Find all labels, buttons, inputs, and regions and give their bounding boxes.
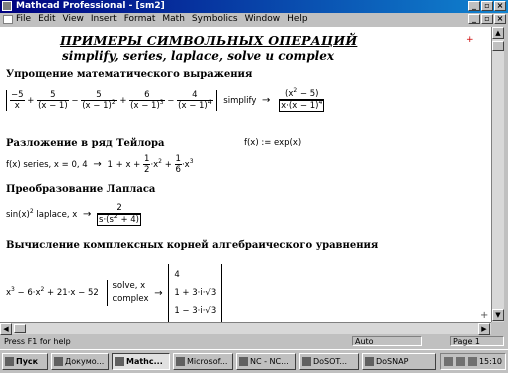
- root-2: 1 + 3·i·√3: [174, 288, 217, 298]
- doc-restore-button[interactable]: ▫: [481, 14, 493, 24]
- simplify-result: (x2 − 5) x·(x − 1)4: [279, 87, 325, 112]
- scroll-up-arrow-icon[interactable]: ▲: [492, 27, 504, 39]
- series-keyword: series, x = 0, 4: [23, 159, 88, 170]
- taylor-definition[interactable]: f(x) := exp(x): [244, 138, 301, 148]
- menu-symbolics[interactable]: Symbolics: [192, 14, 238, 24]
- window-title: Mathcad Professional - [sm2]: [16, 1, 165, 11]
- menu-bar: File Edit View Insert Format Math Symbol…: [0, 13, 508, 26]
- red-cross-marker-icon: +: [466, 35, 474, 45]
- root-1: 4: [174, 270, 180, 280]
- menu-view[interactable]: View: [63, 14, 84, 24]
- worksheet[interactable]: ПРИМЕРЫ СИМВОЛЬНЫХ ОПЕРАЦИЙ simplify, se…: [0, 27, 491, 322]
- tray-app-icon[interactable]: [468, 357, 477, 366]
- complex-keyword: complex: [112, 294, 149, 304]
- arrow-icon: →: [262, 95, 271, 106]
- menu-help[interactable]: Help: [287, 14, 308, 24]
- dos-icon: [365, 357, 374, 366]
- laplace-region[interactable]: sin(x)2 laplace, x → 2 s·(s2 + 4): [6, 203, 141, 226]
- menu-math[interactable]: Math: [162, 14, 185, 24]
- keyboard-layout-icon[interactable]: [444, 357, 453, 366]
- menu-window[interactable]: Window: [245, 14, 281, 24]
- scroll-right-arrow-icon[interactable]: ▶: [478, 323, 490, 335]
- solve-keywords: solve, x complex: [107, 280, 149, 306]
- dos-icon: [302, 357, 311, 366]
- simplify-region[interactable]: −5 x + 5 (x − 1) − 5 (x − 1)2 + 6 (x − 1)3 −…: [6, 88, 327, 113]
- menu-file[interactable]: File: [16, 14, 31, 24]
- microsoft-icon: [176, 357, 185, 366]
- scroll-left-arrow-icon[interactable]: ◀: [0, 323, 12, 335]
- taskbar-item-documents[interactable]: Докумо...: [51, 353, 109, 370]
- maximize-button[interactable]: ▫: [481, 1, 493, 11]
- document-icon[interactable]: [3, 15, 13, 24]
- status-page-number: Page 1: [450, 336, 504, 346]
- page-subtitle: simplify, series, laplace, solve и compl…: [62, 49, 334, 63]
- polynomial-expression: x3 − 6·x2 + 21·x − 52: [6, 286, 99, 298]
- minimize-button[interactable]: _: [468, 1, 480, 11]
- arrow-icon: →: [154, 287, 163, 299]
- simplify-expression: −5 x + 5 (x − 1) − 5 (x − 1)2 + 6 (x − 1)3 −…: [6, 90, 217, 111]
- taskbar-item-microsoft[interactable]: Microsof...: [173, 353, 233, 370]
- solve-keyword: solve, x: [112, 281, 146, 291]
- title-bar: Mathcad Professional - [sm2] _ ▫ ×: [0, 0, 508, 13]
- section-taylor-heading: Разложение в ряд Тейлора: [6, 138, 165, 149]
- doc-minimize-button[interactable]: _: [468, 14, 480, 24]
- taskbar-item-nc[interactable]: NC - NC...: [236, 353, 296, 370]
- horizontal-scrollbar[interactable]: ◀ ▶: [0, 322, 491, 335]
- arrow-icon: →: [82, 209, 92, 220]
- doc-close-button[interactable]: ×: [494, 14, 506, 24]
- laplace-keyword: laplace, x: [36, 209, 78, 220]
- series-region[interactable]: f(x) series, x = 0, 4 → 1 + x + 1 2 ·x2 + …: [6, 154, 194, 175]
- root-3: 1 − 3·i·√3: [174, 306, 217, 316]
- menu-edit[interactable]: Edit: [38, 14, 55, 24]
- windows-logo-icon: [5, 357, 14, 366]
- taskbar-item-mathcad[interactable]: Mathc...: [112, 353, 170, 370]
- crosshair-cursor-icon: +: [480, 310, 489, 321]
- scroll-thumb[interactable]: [492, 41, 504, 51]
- mathcad-app-icon[interactable]: [2, 1, 12, 11]
- menu-insert[interactable]: Insert: [91, 14, 117, 24]
- menu-format[interactable]: Format: [124, 14, 156, 24]
- horizontal-scroll-thumb[interactable]: [14, 324, 26, 333]
- vertical-scrollbar[interactable]: ▲ ▼: [491, 27, 504, 322]
- close-button[interactable]: ×: [494, 1, 506, 11]
- status-auto-mode: Auto: [352, 336, 422, 346]
- scroll-down-arrow-icon[interactable]: ▼: [492, 309, 504, 321]
- start-button[interactable]: Пуск: [2, 353, 48, 370]
- taskbar-item-dosot[interactable]: DoSOT...: [299, 353, 359, 370]
- section-laplace-heading: Преобразование Лапласа: [6, 184, 156, 195]
- system-tray: 15:10: [440, 353, 506, 370]
- status-bar: Press F1 for help Auto Page 1: [0, 335, 508, 348]
- simplify-keyword: simplify: [223, 95, 257, 106]
- clock: 15:10: [478, 357, 502, 366]
- solve-region[interactable]: x3 − 6·x2 + 21·x − 52 solve, x complex →…: [6, 264, 223, 322]
- mathcad-icon: [115, 357, 124, 366]
- taskbar: Пуск Докумо... Mathc... Microsof... NC -…: [0, 349, 508, 373]
- page-title: ПРИМЕРЫ СИМВОЛЬНЫХ ОПЕРАЦИЙ: [60, 33, 358, 48]
- speaker-icon[interactable]: [456, 357, 465, 366]
- series-result: 1 + x + 1 2 ·x2 + 1 6 ·x3: [107, 154, 194, 175]
- arrow-icon: →: [93, 159, 102, 170]
- word-doc-icon: [54, 357, 63, 366]
- laplace-result: 2 s·(s2 + 4): [97, 203, 141, 226]
- taskbar-item-dosnap[interactable]: DoSNAP: [362, 353, 436, 370]
- section-simplify-heading: Упрощение математического выражения: [6, 69, 253, 80]
- roots-matrix: 4 1 + 3·i·√3 1 − 3·i·√3: [168, 264, 223, 322]
- status-help-text: Press F1 for help: [4, 337, 71, 346]
- section-complex-roots-heading: Вычисление комплексных корней алгебраиче…: [6, 240, 379, 251]
- nc-icon: [239, 357, 248, 366]
